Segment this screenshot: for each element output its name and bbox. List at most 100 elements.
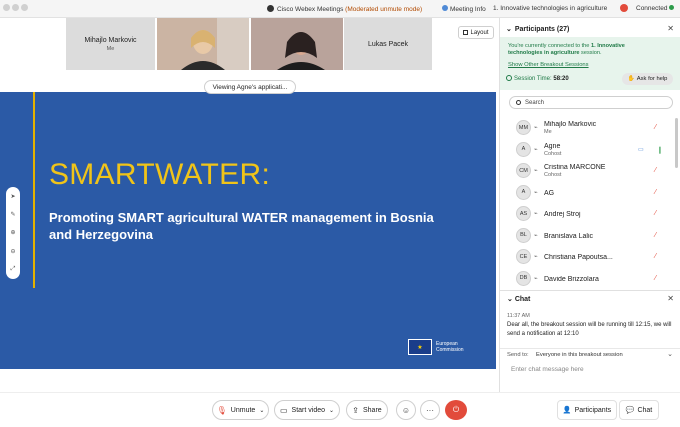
video-tile-self[interactable]: Mihajlo Markovic Me: [66, 18, 155, 70]
notice-post: session.: [579, 50, 602, 56]
video-feed-participant-2[interactable]: [251, 18, 343, 70]
info-icon: [442, 5, 448, 11]
chevron-down-icon[interactable]: ⌄: [329, 407, 334, 414]
mic-muted-icon[interactable]: ⁄: [655, 210, 656, 217]
participant-search-input[interactable]: Search: [509, 96, 673, 109]
breakout-room-name: 1. Innovative technologies in agricultur…: [493, 5, 608, 12]
layout-icon: [463, 30, 469, 35]
zoom-out-icon[interactable]: ⊖: [10, 248, 15, 255]
start-video-button[interactable]: ▭ Start video ⌄: [274, 400, 340, 420]
shared-content-slide: SMARTWATER: Promoting SMART agricultural…: [0, 92, 496, 369]
close-participants-icon[interactable]: ✕: [667, 24, 674, 33]
leave-meeting-button[interactable]: ⏻: [445, 400, 467, 420]
minimize-window-dot[interactable]: [12, 4, 19, 11]
reactions-button[interactable]: ☺: [396, 400, 416, 420]
people-icon: 👤: [562, 407, 572, 414]
chevron-down-icon: ⌄: [506, 26, 512, 33]
person-video-image-1: [157, 18, 249, 70]
window-controls[interactable]: [3, 4, 30, 13]
ec-logo-line2: Commission: [436, 347, 464, 353]
audio-connected-icon: ⌁: [534, 254, 538, 260]
pointer-tool-icon[interactable]: ➤: [10, 193, 15, 200]
mic-muted-icon[interactable]: ⁄: [655, 189, 656, 196]
tile-me-label: Me: [106, 45, 115, 52]
send-to-selector[interactable]: Send to: Everyone in this breakout sessi…: [500, 348, 680, 360]
participant-row[interactable]: CM ⌁ Cristina MARCONE Cohost ⁄: [500, 160, 678, 181]
title-bar: Cisco Webex Meetings (Moderated unmute m…: [0, 0, 680, 18]
connection-status: Connected: [636, 5, 675, 12]
connection-label: Connected: [636, 5, 668, 12]
participant-role: Cohost: [544, 172, 562, 178]
mic-muted-icon[interactable]: ⁄: [655, 253, 656, 260]
participant-name: Mihajlo Markovic: [544, 121, 597, 128]
chat-header[interactable]: ⌄ Chat ✕: [500, 290, 680, 306]
more-options-button[interactable]: ···: [420, 400, 440, 420]
mic-muted-icon[interactable]: ⁄: [655, 275, 656, 282]
slide-subtitle: Promoting SMART agricultural WATER manag…: [49, 210, 434, 242]
chevron-down-icon[interactable]: ⌄: [259, 407, 264, 414]
search-icon: [516, 100, 521, 105]
notice-pre: You're currently connected to the: [508, 43, 591, 49]
exit-icon: ⏻: [452, 405, 460, 414]
mic-muted-icon[interactable]: ⁄: [655, 232, 656, 239]
breakout-notice: You're currently connected to the 1. Inn…: [500, 37, 680, 90]
search-placeholder: Search: [525, 99, 545, 106]
mic-muted-icon[interactable]: ⁄: [655, 124, 656, 131]
participants-header[interactable]: ⌄ Participants (27): [506, 25, 569, 33]
meeting-controls-bar: 🎙 Unmute ⌄ ▭ Start video ⌄ ⇪ Share ☺ ··· ⏻ 👤 P…: [0, 392, 680, 427]
close-window-dot[interactable]: [3, 4, 10, 11]
participant-list-scrollbar[interactable]: [675, 118, 678, 168]
video-camera-icon: ▭: [279, 405, 288, 415]
participant-row[interactable]: AS ⌁ Andrej Stroj ⁄: [500, 203, 678, 224]
zoom-window-dot[interactable]: [21, 4, 28, 11]
participants-toggle-label: Participants: [574, 406, 612, 414]
video-tile-lukas[interactable]: Lukas Pacek: [344, 18, 432, 70]
participant-name: Agne: [544, 142, 561, 150]
participant-row[interactable]: MM ⌁ Mihajlo Markovic Me ⁄: [500, 117, 678, 138]
european-commission-logo: ★ European Commission: [408, 338, 478, 356]
unmute-button[interactable]: 🎙 Unmute ⌄: [212, 400, 269, 420]
avatar: AS: [516, 206, 531, 221]
meeting-info-button[interactable]: Meeting Info: [442, 5, 486, 13]
mic-muted-icon: 🎙: [216, 405, 227, 415]
chat-input[interactable]: Enter chat message here: [511, 366, 584, 373]
chat-toggle[interactable]: 💬 Chat: [619, 400, 659, 420]
video-feed-participant-1[interactable]: [157, 18, 249, 70]
chat-bubble-icon: 💬: [625, 407, 635, 414]
participant-name: Branislava Lalic: [544, 232, 594, 240]
participant-name: Cristina MARCONE: [544, 164, 606, 171]
participant-row[interactable]: A ⌁ AG ⁄: [500, 182, 678, 203]
webex-logo-icon: [267, 5, 274, 12]
meeting-info-label: Meeting Info: [450, 6, 486, 13]
participants-toggle[interactable]: 👤 Participants: [557, 400, 617, 420]
participant-row[interactable]: DB ⌁ Davide Brizzolara ⁄: [500, 268, 678, 289]
avatar: MM: [516, 120, 531, 135]
chat-message-text: Dear all, the breakout session will be r…: [507, 322, 672, 337]
participant-name: Christiana Papoutsa...: [544, 254, 613, 261]
close-chat-icon[interactable]: ✕: [667, 294, 674, 303]
participant-row[interactable]: CE ⌁ Christiana Papoutsa... ⁄: [500, 246, 678, 267]
fit-screen-icon[interactable]: ⤢: [11, 266, 16, 273]
annotate-tool-icon[interactable]: ✎: [10, 211, 15, 218]
participant-role: Me: [544, 129, 552, 135]
participant-list: MM ⌁ Mihajlo Markovic Me ⁄ A ⌁ Agne Cohost ▭ ❙ CM ⌁ C…: [500, 117, 678, 289]
send-to-value: Everyone in this breakout session: [536, 352, 623, 358]
ask-for-help-button[interactable]: ✋ Ask for help: [622, 73, 673, 85]
share-button[interactable]: ⇪ Share: [346, 400, 388, 420]
participant-row[interactable]: BL ⌁ Branislava Lalic ⁄: [500, 225, 678, 246]
mic-on-icon[interactable]: ❙: [657, 146, 663, 154]
slide-title: SMARTWATER:: [49, 158, 271, 191]
participant-role: Cohost: [544, 150, 562, 157]
slide-accent-line: [33, 92, 35, 288]
viewing-application-banner[interactable]: Viewing Agne's applicati...: [204, 80, 296, 94]
participant-row[interactable]: A ⌁ Agne Cohost ▭ ❙: [500, 139, 678, 160]
participants-panel: ⌄ Participants (27) ✕ You're currently co…: [499, 18, 680, 427]
moderation-mode-label: (Moderated unmute mode): [345, 6, 423, 13]
layout-button[interactable]: Layout: [458, 26, 494, 39]
zoom-in-icon[interactable]: ⊕: [10, 229, 15, 236]
audio-connected-icon: ⌁: [534, 211, 538, 217]
mic-muted-icon[interactable]: ⁄: [655, 167, 656, 174]
show-other-breakout-link[interactable]: Show Other Breakout Sessions: [508, 62, 589, 68]
video-on-icon: ▭: [638, 146, 644, 153]
tile-name: Lukas Pacek: [367, 40, 409, 48]
